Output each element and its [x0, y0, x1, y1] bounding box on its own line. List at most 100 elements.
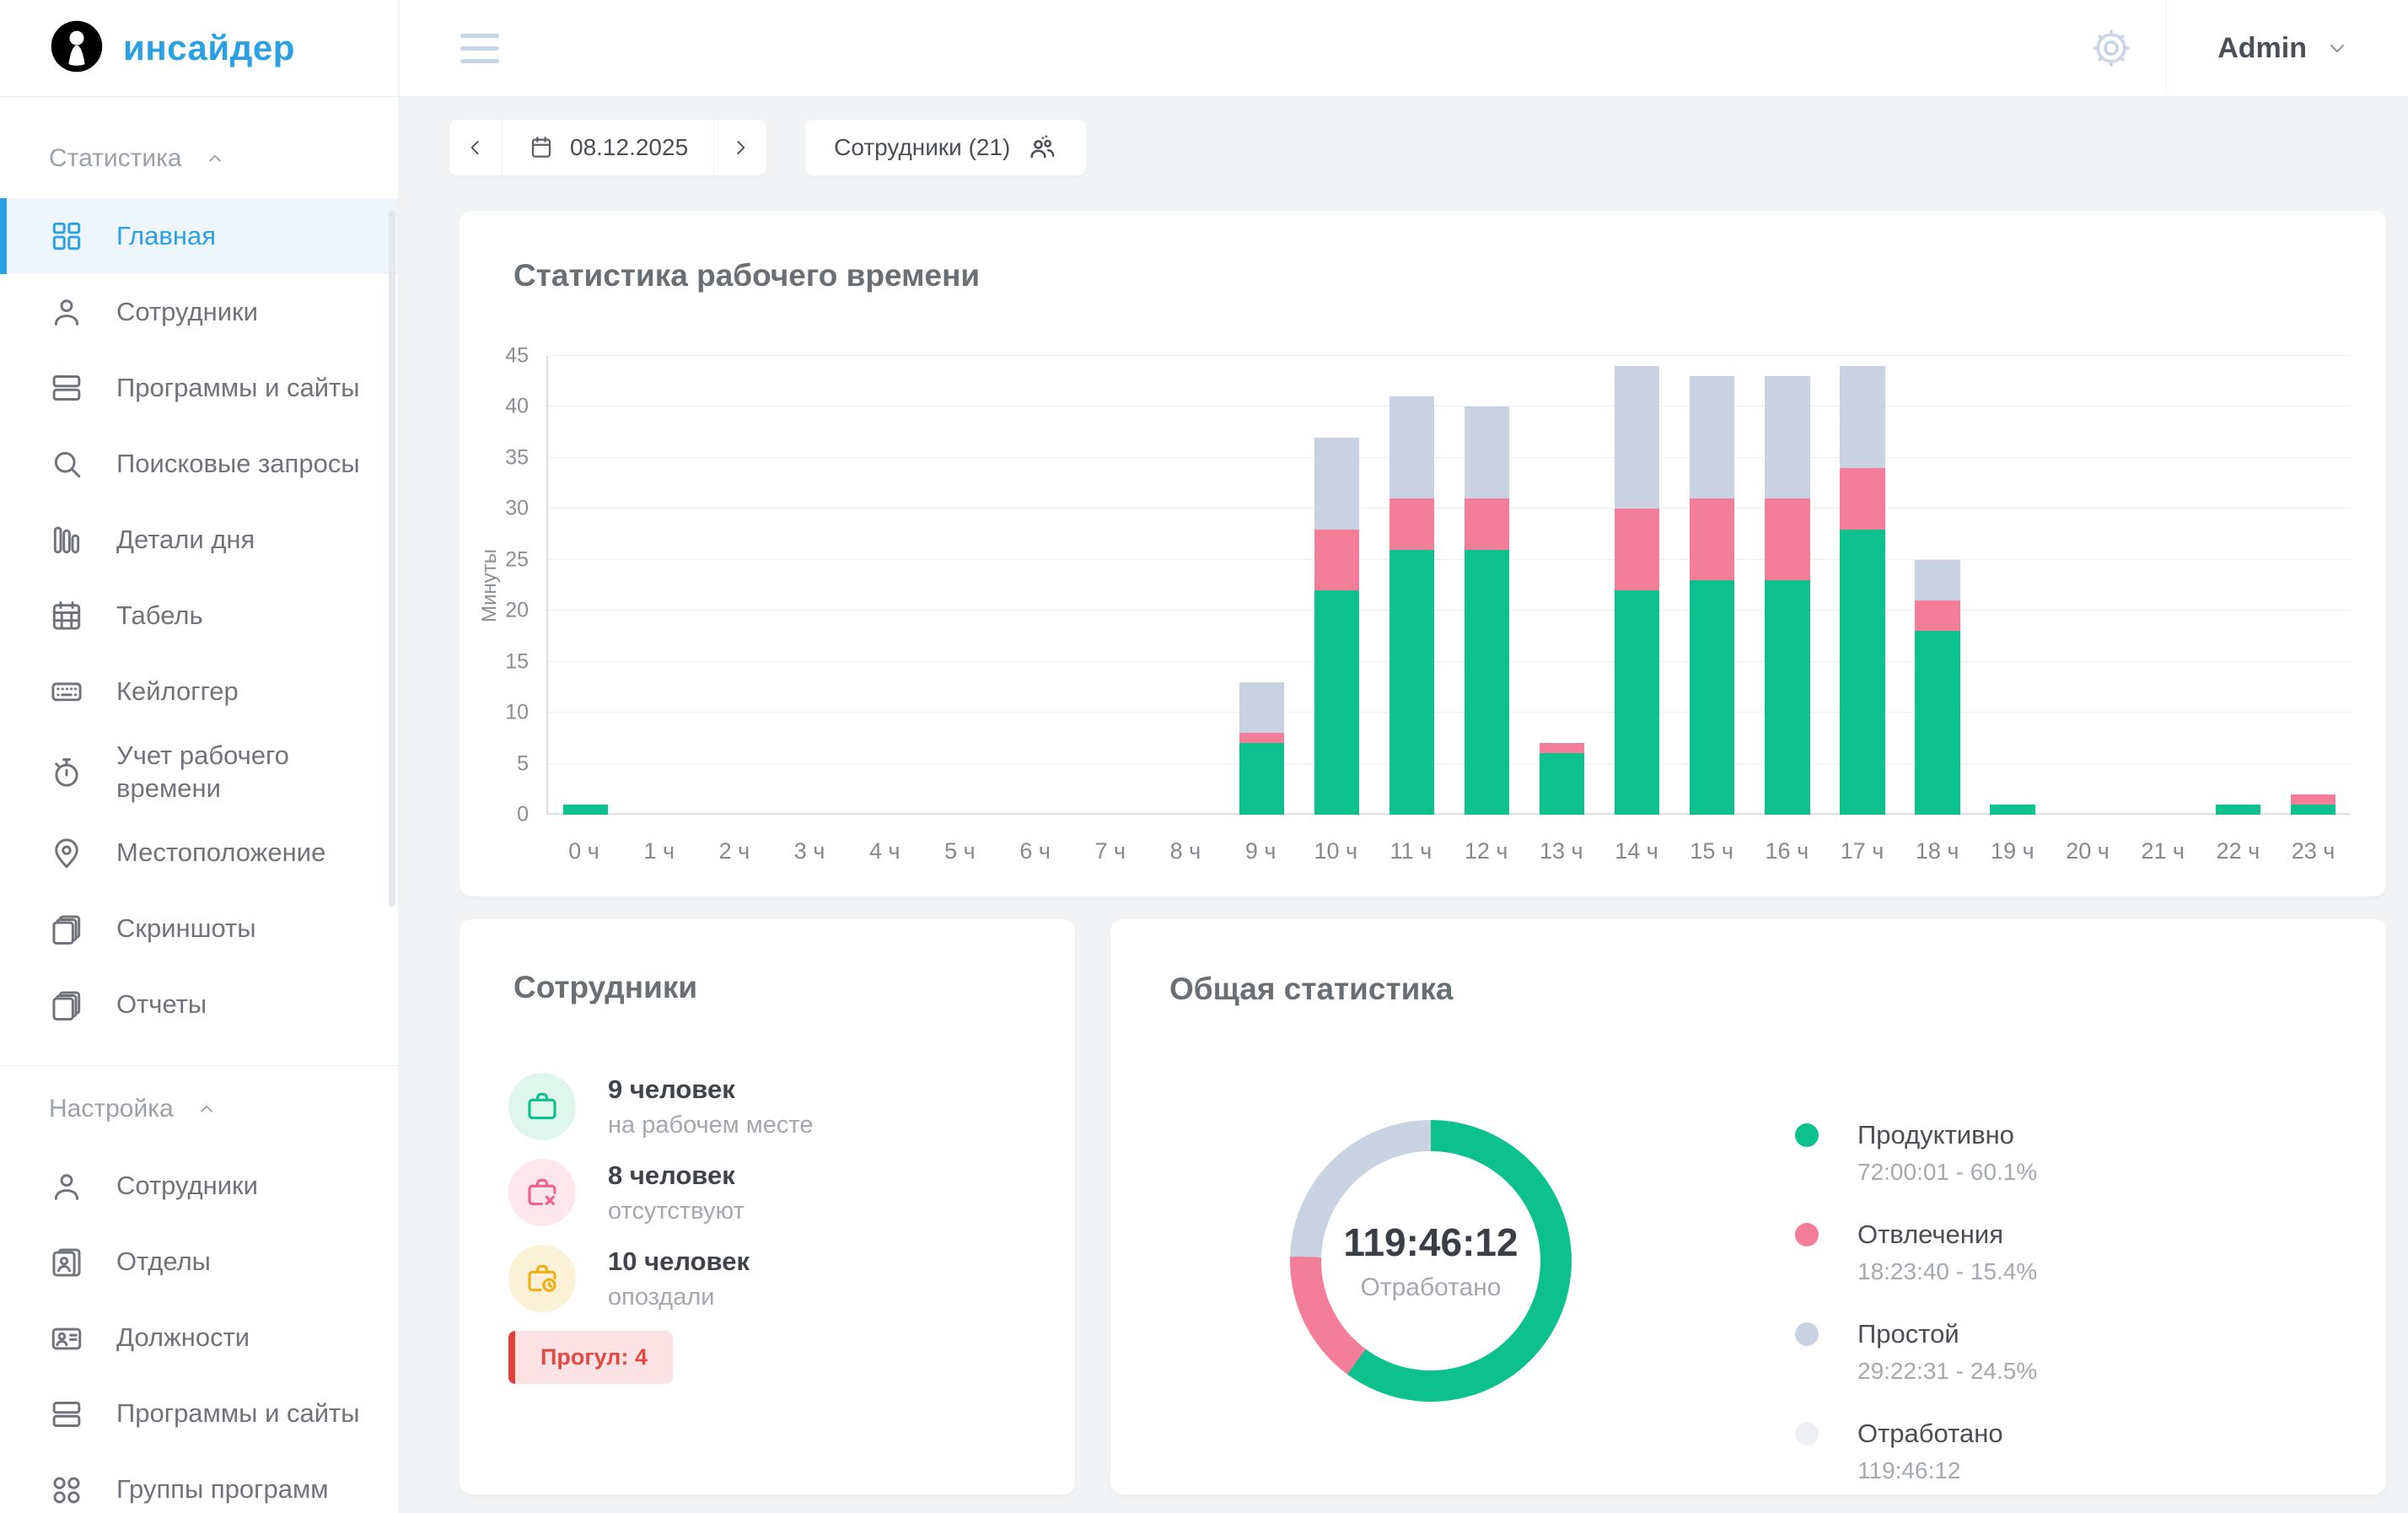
x-tick-label: 18 ч [1900, 838, 1975, 864]
stacked-bar [1615, 356, 1659, 815]
employees-filter-label: Сотрудники (21) [834, 134, 1010, 161]
bar-slot [698, 356, 773, 815]
employees-card: Сотрудники 9 человекна рабочем месте8 че… [460, 919, 1075, 1494]
sidebar-item[interactable]: Табель [0, 578, 398, 654]
prev-day-button[interactable] [449, 120, 502, 175]
employees-filter-button[interactable]: Сотрудники (21) [805, 120, 1086, 175]
badge-icon [49, 1321, 84, 1356]
bar-slot [1524, 356, 1599, 815]
x-tick-label: 19 ч [1975, 838, 2050, 864]
stacked-bar [1088, 356, 1133, 815]
y-axis-ticks: 051015202530354045 [476, 356, 537, 815]
bar-slot [2276, 356, 2351, 815]
chart-bars [548, 356, 2351, 815]
bar-segment-Продуктивно [1765, 580, 1809, 815]
sidebar-item[interactable]: Отделы [0, 1225, 398, 1300]
stacked-bar [1465, 356, 1509, 815]
bar-segment-Отвлечения [2291, 794, 2335, 805]
topbar-right: Admin [2056, 0, 2408, 96]
sidebar-item[interactable]: Группы программ [0, 1452, 398, 1513]
bar-segment-Отвлечения [1389, 498, 1434, 549]
next-day-button[interactable] [714, 120, 766, 175]
bar-segment-Простой [1314, 438, 1359, 530]
bar-segment-Простой [1615, 366, 1659, 509]
sidebar-scrollbar[interactable] [389, 211, 395, 907]
app-logo[interactable]: инсайдер [0, 0, 398, 97]
sidebar-item[interactable]: Программы и сайты [0, 1376, 398, 1452]
calendar-grid-icon [49, 598, 84, 633]
stacked-bar [1239, 356, 1284, 815]
hamburger-menu-icon[interactable] [452, 25, 508, 72]
bar-chart-icon [49, 522, 84, 557]
sidebar-item-label: Кейлоггер [116, 676, 239, 708]
stacked-bar [863, 356, 908, 815]
sidebar-item[interactable]: Сотрудники [0, 274, 398, 350]
current-date: 08.12.2025 [570, 134, 688, 161]
sidebar-item[interactable]: Отчеты [0, 967, 398, 1043]
y-tick-label: 30 [505, 497, 529, 521]
briefcase-icon [524, 1088, 561, 1125]
sidebar-item[interactable]: Программы и сайты [0, 350, 398, 426]
sidebar-item[interactable]: Местоположение [0, 816, 398, 891]
bar-segment-Простой [1840, 366, 1884, 468]
bar-segment-Продуктивно [1840, 530, 1884, 815]
y-tick-label: 25 [505, 547, 529, 572]
sidebar-item[interactable]: Детали дня [0, 502, 398, 578]
y-tick-label: 40 [505, 395, 529, 419]
date-picker[interactable]: 08.12.2025 [502, 120, 714, 175]
bar-segment-Отвлечения [1765, 498, 1809, 580]
sidebar-item-label: Группы программ [116, 1473, 329, 1506]
bar-slot [1825, 356, 1900, 815]
sidebar-section-statistics[interactable]: Статистика [0, 119, 398, 198]
legend-texts: Простой29:22:31 - 24.5% [1857, 1319, 2037, 1385]
y-tick-label: 0 [517, 803, 529, 827]
legend-dot [1795, 1422, 1819, 1446]
stacked-bar [1164, 356, 1208, 815]
sidebar-item[interactable]: Учет рабочего времени [0, 730, 398, 816]
legend-value: 18:23:40 - 15.4% [1857, 1258, 2037, 1285]
bar-slot [1149, 356, 1224, 815]
employee-status-value: 10 человек [608, 1246, 750, 1277]
stacked-bar [1013, 356, 1058, 815]
x-tick-label: 7 ч [1072, 838, 1148, 864]
absence-badge: Прогул: 4 [508, 1331, 673, 1384]
sidebar-item[interactable]: Главная [0, 198, 398, 274]
sidebar-item-label: Табель [116, 600, 203, 633]
stacked-bar [638, 356, 683, 815]
bar-segment-Простой [1465, 407, 1509, 498]
x-tick-label: 15 ч [1674, 838, 1750, 864]
bar-segment-Отвлечения [1915, 600, 1959, 631]
keyboard-icon [49, 674, 84, 709]
people-group-icon [1027, 132, 1057, 163]
sidebar-item[interactable]: Сотрудники [0, 1149, 398, 1225]
person-icon [49, 1169, 84, 1204]
x-tick-label: 11 ч [1373, 838, 1449, 864]
chart-plot [546, 356, 2351, 815]
sidebar-item[interactable]: Кейлоггер [0, 654, 398, 730]
admin-menu[interactable]: Admin [2166, 0, 2408, 96]
sidebar-divider [0, 1065, 398, 1066]
y-tick-label: 5 [517, 751, 529, 776]
sidebar: инсайдер СтатистикаГлавная Сотрудники Прог… [0, 0, 399, 1513]
employee-status-label: отсутствуют [608, 1198, 744, 1225]
sidebar-section-settings[interactable]: Настройка [0, 1069, 398, 1149]
employee-status-row: 10 человекопоздали [508, 1245, 1041, 1312]
x-tick-label: 0 ч [546, 838, 621, 864]
sidebar-item[interactable]: Скриншоты [0, 891, 398, 967]
donut-center: 119:46:12 Отработано [1321, 1151, 1540, 1370]
stacked-bar [1765, 356, 1809, 815]
person-icon [49, 294, 84, 330]
bar-segment-Отвлечения [1540, 743, 1584, 753]
legend-texts: Отвлечения18:23:40 - 15.4% [1857, 1220, 2037, 1285]
bar-segment-Продуктивно [1990, 805, 2034, 815]
y-tick-label: 10 [505, 701, 529, 725]
x-tick-label: 2 ч [696, 838, 771, 864]
sidebar-item-label: Сотрудники [116, 296, 258, 329]
legend-dot [1795, 1223, 1819, 1246]
settings-gear-button[interactable] [2056, 0, 2166, 96]
sidebar-item[interactable]: Должности [0, 1300, 398, 1376]
x-tick-label: 8 ч [1148, 838, 1223, 864]
stacked-bar [1990, 356, 2034, 815]
bar-slot [1599, 356, 1674, 815]
sidebar-item[interactable]: Поисковые запросы [0, 426, 398, 502]
